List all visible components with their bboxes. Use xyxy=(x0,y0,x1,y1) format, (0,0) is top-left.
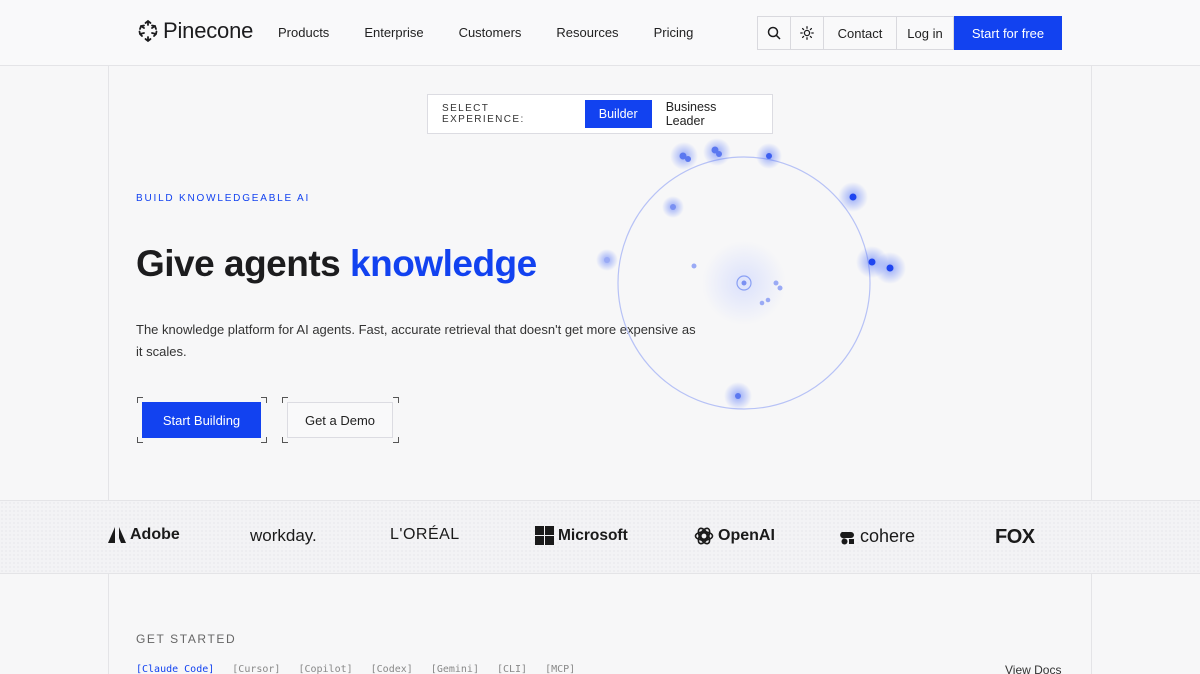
logo-microsoft-text: Microsoft xyxy=(558,526,628,544)
corner-mark xyxy=(261,397,267,403)
logo-loreal-text: L'ORÉAL xyxy=(390,526,460,543)
nav-resources[interactable]: Resources xyxy=(556,25,618,40)
theme-toggle-button[interactable] xyxy=(790,16,823,50)
experience-selector: SELECT EXPERIENCE: Builder Business Lead… xyxy=(427,94,773,134)
adobe-icon xyxy=(108,527,126,543)
logo-openai: OpenAI xyxy=(694,526,775,546)
nav-pricing[interactable]: Pricing xyxy=(654,25,694,40)
logo-microsoft: Microsoft xyxy=(535,526,628,545)
header-actions: Contact Log in Start for free xyxy=(757,16,1062,50)
main-nav: Products Enterprise Customers Resources … xyxy=(278,25,728,40)
logo-workday: workday. xyxy=(250,526,317,546)
headline-accent: knowledge xyxy=(350,243,537,284)
corner-mark xyxy=(261,437,267,443)
customer-logos-strip: Adobe workday. L'ORÉAL Microsoft OpenAI … xyxy=(0,500,1200,574)
nav-enterprise[interactable]: Enterprise xyxy=(364,25,423,40)
login-link[interactable]: Log in xyxy=(896,16,954,50)
option-builder[interactable]: Builder xyxy=(584,100,652,128)
logo-adobe: Adobe xyxy=(108,526,180,544)
search-icon xyxy=(767,26,781,40)
logo-openai-text: OpenAI xyxy=(718,527,775,544)
logo-fox-text: FOX xyxy=(995,526,1035,548)
hero-eyebrow: BUILD KNOWLEDGEABLE AI xyxy=(136,193,311,204)
logo-cohere-text: cohere xyxy=(860,526,916,546)
start-building-button[interactable]: Start Building xyxy=(142,402,261,438)
logo-cohere: cohere xyxy=(840,526,915,547)
tab-codex[interactable]: [Codex] xyxy=(371,664,413,674)
logo-loreal: L'ORÉAL xyxy=(390,526,460,544)
get-started-label: GET STARTED xyxy=(136,632,237,646)
contact-link[interactable]: Contact xyxy=(823,16,896,50)
get-a-demo-button[interactable]: Get a Demo xyxy=(287,402,393,438)
logo-fox: FOX xyxy=(995,526,1035,549)
pinecone-logo-icon xyxy=(138,19,158,43)
get-started-tabs: [Claude Code] [Cursor] [Copilot] [Codex]… xyxy=(136,664,575,674)
cohere-icon xyxy=(840,531,854,544)
logo-workday-text: workday. xyxy=(250,526,317,545)
tab-cursor[interactable]: [Cursor] xyxy=(232,664,280,674)
logo[interactable]: Pinecone xyxy=(137,18,253,44)
corner-mark xyxy=(393,437,399,443)
tab-gemini[interactable]: [Gemini] xyxy=(431,664,479,674)
corner-mark xyxy=(393,397,399,403)
nav-products[interactable]: Products xyxy=(278,25,329,40)
sun-icon xyxy=(800,26,814,40)
headline-plain: Give agents xyxy=(136,243,351,284)
openai-icon xyxy=(694,527,714,545)
selector-label: SELECT EXPERIENCE: xyxy=(442,103,525,125)
tab-mcp[interactable]: [MCP] xyxy=(545,664,575,674)
view-docs-link[interactable]: View Docs xyxy=(1005,663,1061,674)
brand-name: Pinecone xyxy=(163,18,254,43)
logo-adobe-text: Adobe xyxy=(130,526,180,543)
option-business-leader[interactable]: Business Leader xyxy=(652,100,772,128)
microsoft-icon xyxy=(535,526,554,545)
tab-claude-code[interactable]: [Claude Code] xyxy=(136,664,214,674)
start-for-free-button[interactable]: Start for free xyxy=(954,16,1062,50)
search-button[interactable] xyxy=(757,16,790,50)
site-header: Pinecone Products Enterprise Customers R… xyxy=(0,0,1200,66)
tab-copilot[interactable]: [Copilot] xyxy=(298,664,352,674)
tab-cli[interactable]: [CLI] xyxy=(497,664,527,674)
hero-headline: Give agents knowledge xyxy=(136,243,537,285)
nav-customers[interactable]: Customers xyxy=(459,25,522,40)
vector-space-illustration xyxy=(596,138,906,410)
